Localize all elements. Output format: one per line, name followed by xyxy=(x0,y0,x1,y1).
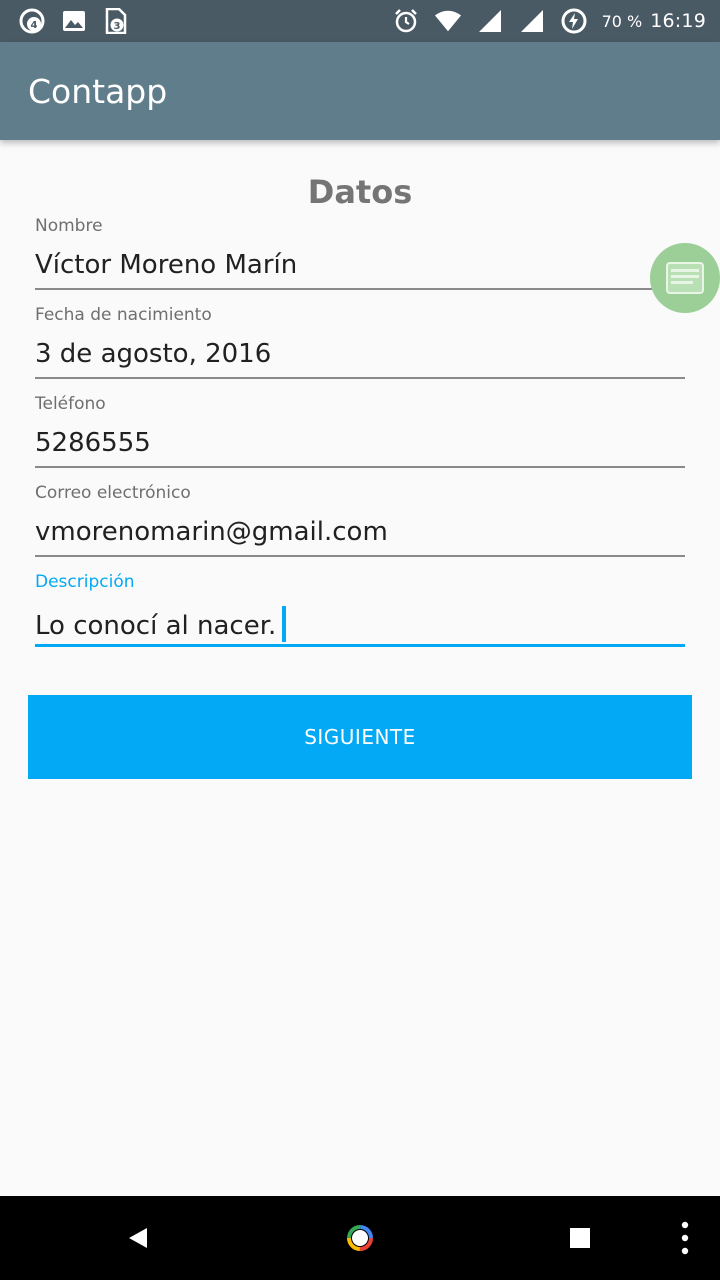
recents-button[interactable] xyxy=(538,1196,622,1280)
name-label: Nombre xyxy=(35,216,103,236)
sim-notification-icon: 3 xyxy=(102,7,130,35)
recents-icon xyxy=(570,1228,590,1248)
svg-text:4: 4 xyxy=(31,20,38,31)
birthdate-input[interactable]: 3 de agosto, 2016 xyxy=(35,339,685,375)
wifi-icon xyxy=(434,7,462,35)
description-field[interactable]: Descripción Lo conocí al nacer. xyxy=(35,572,685,647)
birthdate-underline xyxy=(35,377,685,379)
next-button[interactable]: SIGUIENTE xyxy=(28,695,692,779)
text-cursor xyxy=(282,606,287,642)
app-bar: Contapp xyxy=(0,42,720,140)
signal-icon xyxy=(476,7,504,35)
signal-icon-2 xyxy=(518,7,546,35)
gallery-notification-icon xyxy=(60,7,88,35)
navigation-bar xyxy=(0,1196,720,1280)
status-bar-system: 70 % 16:19 xyxy=(392,7,706,35)
back-icon xyxy=(129,1228,147,1248)
birthdate-field[interactable]: Fecha de nacimiento 3 de agosto, 2016 xyxy=(35,305,685,379)
more-button[interactable] xyxy=(643,1196,720,1280)
form-screen: Datos Nombre Víctor Moreno Marín Fecha d… xyxy=(0,140,720,1196)
chrome-notification-icon: 4 xyxy=(18,7,46,35)
svg-text:3: 3 xyxy=(114,21,121,32)
description-input[interactable]: Lo conocí al nacer. xyxy=(35,606,685,642)
status-time: 16:19 xyxy=(650,10,706,32)
description-value: Lo conocí al nacer. xyxy=(35,611,277,641)
name-input[interactable]: Víctor Moreno Marín xyxy=(35,250,685,286)
status-bar-notifications: 4 3 xyxy=(18,7,130,35)
name-field[interactable]: Nombre Víctor Moreno Marín xyxy=(35,216,685,290)
battery-charging-icon xyxy=(560,7,588,35)
phone-label: Teléfono xyxy=(35,394,106,414)
description-underline xyxy=(35,644,685,647)
phone-field[interactable]: Teléfono 5286555 xyxy=(35,394,685,468)
alarm-icon xyxy=(392,7,420,35)
description-label: Descripción xyxy=(35,572,135,592)
home-icon xyxy=(347,1225,373,1251)
name-underline xyxy=(35,288,685,290)
email-input[interactable]: vmorenomarin@gmail.com xyxy=(35,517,685,553)
birthdate-label: Fecha de nacimiento xyxy=(35,305,212,325)
home-button[interactable] xyxy=(318,1196,402,1280)
notes-icon xyxy=(666,262,704,294)
status-bar: 4 3 70 % 16:19 xyxy=(0,0,720,42)
email-underline xyxy=(35,555,685,557)
app-title: Contapp xyxy=(28,71,168,111)
email-field[interactable]: Correo electrónico vmorenomarin@gmail.co… xyxy=(35,483,685,557)
battery-percent: 70 % xyxy=(601,11,643,31)
more-icon xyxy=(681,1221,689,1255)
form-title: Datos xyxy=(307,173,413,211)
phone-input[interactable]: 5286555 xyxy=(35,428,685,464)
email-label: Correo electrónico xyxy=(35,483,191,503)
back-button[interactable] xyxy=(96,1196,180,1280)
phone-underline xyxy=(35,466,685,468)
floating-notes-bubble[interactable] xyxy=(650,243,720,313)
